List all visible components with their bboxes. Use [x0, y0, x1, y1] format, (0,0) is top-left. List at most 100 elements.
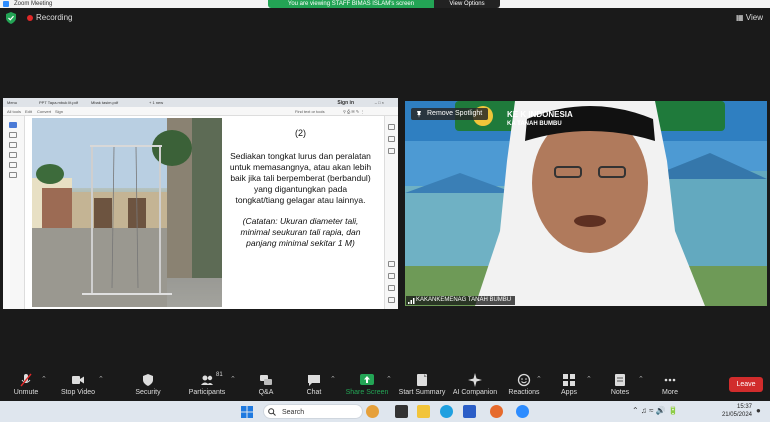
banner-text-line2: KA TANAH BUMBU [507, 121, 562, 127]
pdf-all-tools[interactable]: All tools [7, 109, 21, 114]
file-explorer-icon[interactable] [417, 405, 430, 418]
draw-tool-icon[interactable] [9, 142, 17, 148]
windows-start-icon[interactable] [241, 406, 253, 418]
participants-chevron-icon[interactable]: ⌃ [230, 375, 236, 383]
audio-options-chevron-icon[interactable]: ⌃ [41, 375, 47, 383]
microphone-muted-icon [20, 373, 32, 387]
fit-page-icon[interactable] [388, 285, 395, 291]
start-summary-button[interactable]: Start Summary [396, 371, 448, 399]
participants-icon [201, 375, 213, 385]
pdf-menu-tab[interactable]: Menu [7, 100, 17, 105]
thumbnails-icon[interactable] [388, 136, 395, 142]
qa-icon [260, 375, 272, 385]
pdf-left-tools [3, 116, 25, 309]
clock-time: 15:37 [736, 404, 752, 410]
slide-photo [32, 118, 222, 307]
text-tool-icon[interactable] [9, 162, 17, 168]
comment-tool-icon[interactable] [9, 132, 17, 138]
stamp-tool-icon[interactable] [9, 172, 17, 178]
view-label: View [745, 13, 763, 22]
notes-icon [615, 374, 625, 386]
start-summary-label: Start Summary [398, 389, 446, 396]
more-dots-icon [664, 378, 676, 382]
taskbar-clock[interactable]: 15:37 21/05/2024 [712, 403, 752, 419]
apps-button[interactable]: Apps [554, 371, 584, 399]
view-options-button[interactable]: View Options [434, 0, 500, 8]
window-controls-icon[interactable]: – □ × [375, 100, 384, 105]
clock-date: 21/05/2024 [721, 412, 752, 418]
chat-label: Chat [306, 389, 322, 396]
zoom-in-icon[interactable] [388, 261, 395, 267]
share-options-chevron-icon[interactable]: ⌃ [386, 375, 392, 383]
share-screen-label: Share Screen [345, 389, 389, 396]
zoom-logo-icon [3, 1, 9, 7]
select-tool-icon[interactable] [9, 122, 17, 128]
lasso-tool-icon[interactable] [9, 152, 17, 158]
stop-video-button[interactable]: Stop Video [56, 371, 100, 399]
shared-screen: Menu PPT Tapa.mbuk lit.pdf Mbak tasim.pd… [3, 98, 398, 309]
pdf-toolbar-icons[interactable]: ⚲ ⎙ ✉ ✎ ⋮ [343, 109, 364, 114]
summary-icon [417, 374, 427, 386]
taskbar-search-box[interactable]: Search [263, 404, 363, 419]
pdf-find-field[interactable]: Find text or tools [295, 109, 325, 114]
apps-chevron-icon[interactable]: ⌃ [586, 375, 592, 383]
spotlight-video[interactable]: KE K INDONESIA KA TANAH BUMBU [405, 101, 767, 306]
bookmarks-icon[interactable] [388, 148, 395, 154]
participants-button[interactable]: 81 Participants [184, 371, 230, 399]
notes-button[interactable]: Notes [604, 371, 636, 399]
pdf-new-tab[interactable]: + 1 new [149, 100, 163, 105]
share-screen-button[interactable]: Share Screen [344, 371, 390, 399]
weather-widget-icon[interactable] [366, 405, 379, 418]
slide-note: (Catatan: Ukuran diameter tali, minimal … [240, 216, 361, 248]
ai-companion-label: AI Companion [452, 389, 498, 396]
view-button[interactable]: ▦ View [736, 13, 763, 22]
apps-icon [563, 374, 575, 386]
participants-label: Participants [188, 389, 226, 396]
pdf-tab-bar: Menu PPT Tapa.mbuk lit.pdf Mbak tasim.pd… [3, 98, 398, 107]
video-options-chevron-icon[interactable]: ⌃ [98, 375, 104, 383]
system-tray-icons[interactable]: ⌃ ♫ ≈ 🔊 🔋 [632, 406, 678, 415]
rotate-icon[interactable] [388, 297, 395, 303]
edge-browser-icon[interactable] [440, 405, 453, 418]
chat-chevron-icon[interactable]: ⌃ [330, 375, 336, 383]
word-icon[interactable] [463, 405, 476, 418]
apps-label: Apps [561, 389, 577, 396]
reactions-chevron-icon[interactable]: ⌃ [536, 375, 542, 383]
slide-body: Sediakan tongkat lurus dan peralatan unt… [229, 151, 372, 205]
sign-in-button[interactable]: Sign in [337, 100, 354, 106]
pdf-toolbar: All tools Edit Convert Sign Find text or… [3, 107, 398, 116]
video-camera-icon [72, 376, 84, 384]
qa-button[interactable]: Q&A [250, 371, 282, 399]
reactions-smiley-icon [517, 373, 531, 387]
pdf-tab-active[interactable]: PPT Tapa.mbuk lit.pdf [39, 100, 78, 105]
notes-label: Notes [610, 389, 630, 396]
participant-name-label: KAKANKEMENAG TANAH BUMBU [406, 296, 516, 305]
slide-number: (2) [295, 128, 306, 138]
more-button[interactable]: More [654, 371, 686, 399]
pdf-sign[interactable]: Sign [55, 109, 63, 114]
ai-companion-button[interactable]: AI Companion [450, 371, 500, 399]
leave-button[interactable]: Leave [729, 377, 763, 392]
pdf-convert[interactable]: Convert [37, 109, 51, 114]
panel-icon[interactable] [388, 124, 395, 130]
security-button[interactable]: Security [128, 371, 168, 399]
pdf-tab[interactable]: Mbak tasim.pdf [91, 100, 118, 105]
playground-swing-image [32, 118, 222, 307]
notifications-icon[interactable]: ● [756, 406, 761, 415]
zoom-out-icon[interactable] [388, 273, 395, 279]
reactions-label: Reactions [508, 389, 540, 396]
task-view-icon[interactable] [395, 405, 408, 418]
recording-label[interactable]: Recording [36, 13, 72, 22]
chat-button[interactable]: Chat [298, 371, 330, 399]
zoom-app-icon[interactable] [516, 405, 529, 418]
recording-dot-icon [27, 15, 33, 21]
notes-chevron-icon[interactable]: ⌃ [638, 375, 644, 383]
unmute-button[interactable]: Unmute [6, 371, 46, 399]
security-shield-icon [143, 374, 153, 386]
banner-text-line1: KE K INDONESIA [507, 110, 573, 119]
more-label: More [662, 389, 678, 396]
ai-sparkle-icon [468, 373, 482, 387]
pdf-edit[interactable]: Edit [25, 109, 32, 114]
encryption-shield-icon[interactable] [6, 12, 16, 24]
firefox-icon[interactable] [490, 405, 503, 418]
